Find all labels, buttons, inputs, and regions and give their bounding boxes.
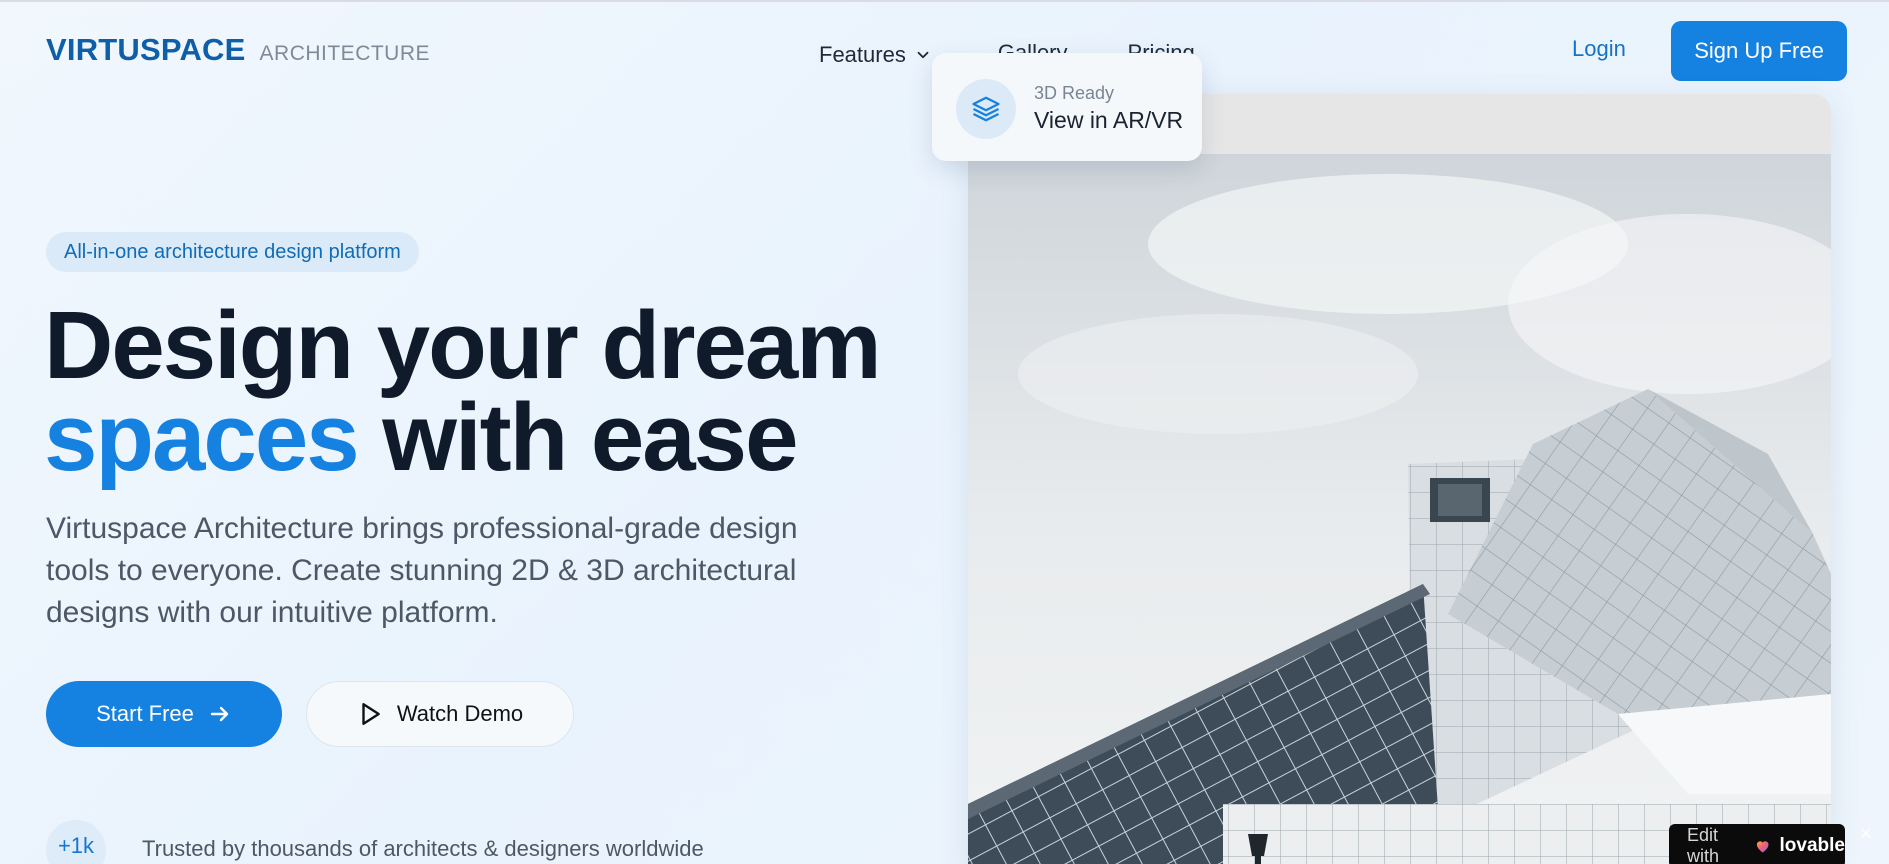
hero-description: Virtuspace Architecture brings professio… bbox=[46, 512, 798, 629]
headline-rest: with ease bbox=[382, 384, 798, 491]
brand-subtitle: ARCHITECTURE bbox=[259, 42, 431, 65]
hero-image-card bbox=[968, 94, 1831, 864]
heart-icon bbox=[1757, 841, 1769, 853]
ar-vr-card-title: View in AR/VR bbox=[1034, 107, 1184, 133]
lovable-brand: lovable bbox=[1779, 835, 1845, 856]
lovable-edit-text: Edit with bbox=[1687, 825, 1720, 864]
login-link[interactable]: Login bbox=[1572, 36, 1626, 62]
nav-features[interactable]: Features bbox=[819, 42, 932, 68]
signup-button[interactable]: Sign Up Free bbox=[1671, 21, 1847, 81]
trust-text: Trusted by thousands of architects & des… bbox=[142, 836, 704, 861]
trust-count-avatar: +1k bbox=[46, 820, 106, 864]
platform-badge: All-in-one architecture design platform bbox=[46, 232, 419, 272]
start-free-button[interactable]: Start Free bbox=[46, 681, 282, 747]
layers-icon bbox=[956, 79, 1016, 139]
headline-line1: Design your dream bbox=[44, 292, 882, 399]
start-free-label: Start Free bbox=[96, 701, 194, 726]
play-icon bbox=[362, 703, 380, 725]
nav-features-label: Features bbox=[819, 42, 906, 67]
close-icon[interactable]: ✕ bbox=[1859, 824, 1872, 844]
watch-demo-button[interactable]: Watch Demo bbox=[306, 681, 574, 747]
lovable-badge[interactable]: Edit with lovable bbox=[1669, 824, 1845, 864]
architecture-photo bbox=[968, 154, 1831, 864]
watch-demo-label: Watch Demo bbox=[396, 701, 524, 726]
chevron-down-icon bbox=[917, 51, 929, 59]
brand-logo[interactable]: VIRTUSPACE ARCHITECTURE bbox=[46, 32, 430, 68]
ar-vr-card-tag: 3D Ready bbox=[1034, 83, 1115, 103]
headline-accent: spaces bbox=[44, 384, 360, 491]
ar-vr-card: 3D Ready View in AR/VR bbox=[932, 53, 1202, 161]
hero-headline: Design your dream spaces with ease bbox=[44, 298, 882, 486]
arrow-right-icon bbox=[210, 706, 229, 722]
brand-name: VIRTUSPACE bbox=[46, 32, 246, 67]
